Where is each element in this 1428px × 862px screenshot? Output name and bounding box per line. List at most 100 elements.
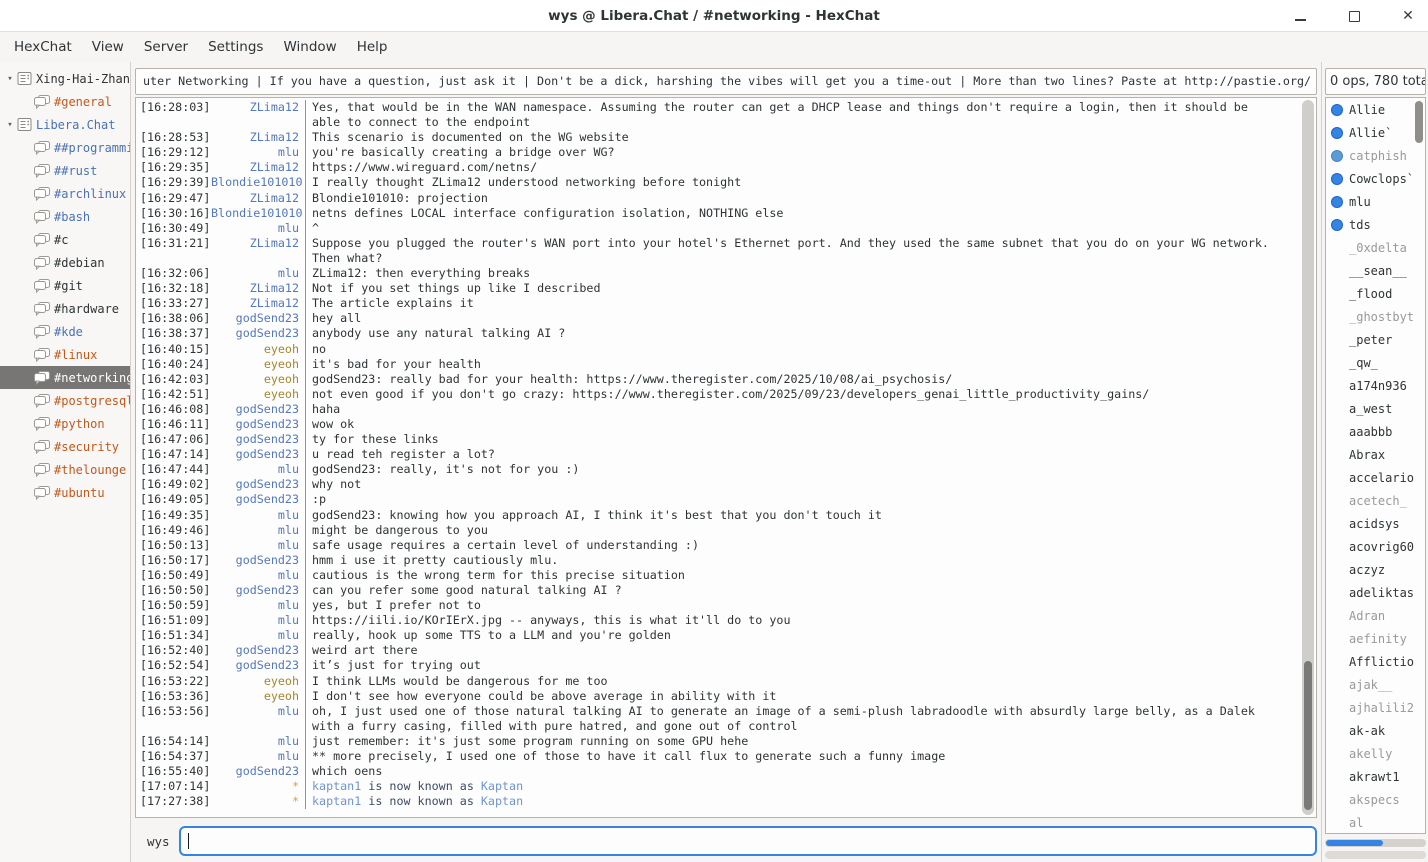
sidebar-item-archlinux[interactable]: #archlinux xyxy=(0,182,130,205)
message-nick[interactable]: mlu xyxy=(211,462,306,477)
user-list-item[interactable]: Cowclops` xyxy=(1326,167,1425,190)
message-nick[interactable]: godSend23 xyxy=(211,447,306,462)
sidebar-item-kde[interactable]: #kde xyxy=(0,320,130,343)
message-nick[interactable]: Blondie101010 xyxy=(211,175,306,190)
userlist-scrollbar[interactable] xyxy=(1414,100,1424,831)
sidebar-item-networking[interactable]: #networking xyxy=(0,366,130,389)
sidebar-item-python[interactable]: #python xyxy=(0,412,130,435)
message-nick[interactable]: ZLima12 xyxy=(211,191,306,206)
message-nick[interactable]: eyeoh xyxy=(211,342,306,357)
sidebar-item-ubuntu[interactable]: #ubuntu xyxy=(0,481,130,504)
expander-icon[interactable]: ▾ xyxy=(3,120,17,130)
sidebar-item-bash[interactable]: #bash xyxy=(0,205,130,228)
message-nick[interactable]: mlu xyxy=(211,749,306,764)
user-list-item[interactable]: acovrig60 xyxy=(1326,535,1425,558)
sidebar-item-hardware[interactable]: #hardware xyxy=(0,297,130,320)
user-list-item[interactable]: a174n936 xyxy=(1326,374,1425,397)
user-list-item[interactable]: ajhalili2 xyxy=(1326,696,1425,719)
chat-scrollbar[interactable] xyxy=(1302,100,1314,815)
message-nick[interactable]: mlu xyxy=(211,538,306,553)
titlebar[interactable]: wys @ Libera.Chat / #networking - HexCha… xyxy=(0,0,1428,32)
message-nick[interactable]: mlu xyxy=(211,704,306,734)
user-list-item[interactable]: akrawt1 xyxy=(1326,765,1425,788)
message-nick[interactable]: godSend23 xyxy=(211,432,306,447)
user-list-item[interactable]: Afflictio xyxy=(1326,650,1425,673)
sidebar-item-security[interactable]: #security xyxy=(0,435,130,458)
close-button[interactable]: ✕ xyxy=(1398,6,1418,26)
message-nick[interactable]: * xyxy=(211,779,306,794)
message-nick[interactable]: mlu xyxy=(211,508,306,523)
message-nick[interactable]: mlu xyxy=(211,734,306,749)
sidebar-item-thelounge[interactable]: #thelounge xyxy=(0,458,130,481)
message-nick[interactable]: eyeoh xyxy=(211,357,306,372)
minimize-button[interactable] xyxy=(1290,6,1310,26)
message-nick[interactable]: Blondie101010 xyxy=(211,206,306,221)
sidebar-item-c[interactable]: #c xyxy=(0,228,130,251)
sidebar-item-postgresql[interactable]: #postgresql xyxy=(0,389,130,412)
user-list-item[interactable]: ajak__ xyxy=(1326,673,1425,696)
sidebar-item-debian[interactable]: #debian xyxy=(0,251,130,274)
user-list-item[interactable]: aefinity xyxy=(1326,627,1425,650)
sidebar-item-general[interactable]: #general xyxy=(0,90,130,113)
maximize-button[interactable] xyxy=(1344,6,1364,26)
message-nick[interactable]: godSend23 xyxy=(211,492,306,507)
message-nick[interactable]: ZLima12 xyxy=(211,130,306,145)
message-nick[interactable]: godSend23 xyxy=(211,553,306,568)
message-nick[interactable]: mlu xyxy=(211,523,306,538)
menu-help[interactable]: Help xyxy=(347,35,398,59)
chat-scrollbar-thumb[interactable] xyxy=(1304,661,1312,810)
user-list-item[interactable]: _0xdelta xyxy=(1326,236,1425,259)
message-nick[interactable]: eyeoh xyxy=(211,387,306,402)
user-list-item[interactable]: Allie xyxy=(1326,98,1425,121)
message-input[interactable] xyxy=(179,826,1317,856)
user-list-item[interactable]: akspecs xyxy=(1326,788,1425,811)
chat-area[interactable]: [16:28:03]ZLima12Yes, that would be in t… xyxy=(135,97,1317,818)
menu-settings[interactable]: Settings xyxy=(198,35,273,59)
user-list-item[interactable]: aaabbb xyxy=(1326,420,1425,443)
user-list-item[interactable]: mlu xyxy=(1326,190,1425,213)
message-nick[interactable]: eyeoh xyxy=(211,372,306,387)
sidebar-item-rust[interactable]: ##rust xyxy=(0,159,130,182)
message-nick[interactable]: * xyxy=(211,794,306,809)
bottom-scrollbar-track[interactable] xyxy=(1325,851,1426,859)
user-list-item[interactable]: accelario xyxy=(1326,466,1425,489)
user-list-item[interactable]: acidsys xyxy=(1326,512,1425,535)
message-nick[interactable]: godSend23 xyxy=(211,326,306,341)
message-nick[interactable]: ZLima12 xyxy=(211,100,306,130)
sidebar-item-git[interactable]: #git xyxy=(0,274,130,297)
message-nick[interactable]: godSend23 xyxy=(211,764,306,779)
user-list-item[interactable]: ak-ak xyxy=(1326,719,1425,742)
message-nick[interactable]: mlu xyxy=(211,145,306,160)
expander-icon[interactable]: ▾ xyxy=(3,74,17,84)
user-list-item[interactable]: _flood xyxy=(1326,282,1425,305)
menu-view[interactable]: View xyxy=(82,35,134,59)
user-list-item[interactable]: a_west xyxy=(1326,397,1425,420)
user-list-item[interactable]: aczyz xyxy=(1326,558,1425,581)
message-nick[interactable]: mlu xyxy=(211,628,306,643)
menu-window[interactable]: Window xyxy=(273,35,346,59)
userlist-scrollbar-thumb[interactable] xyxy=(1415,101,1423,143)
user-list-item[interactable]: __sean__ xyxy=(1326,259,1425,282)
message-nick[interactable]: mlu xyxy=(211,568,306,583)
sidebar-item-linux[interactable]: #linux xyxy=(0,343,130,366)
user-list-item[interactable]: al xyxy=(1326,811,1425,834)
menu-hexchat[interactable]: HexChat xyxy=(4,35,82,59)
menu-server[interactable]: Server xyxy=(134,35,198,59)
userlist-hscrollbar[interactable] xyxy=(1325,839,1426,847)
message-nick[interactable]: godSend23 xyxy=(211,583,306,598)
message-nick[interactable]: godSend23 xyxy=(211,402,306,417)
message-nick[interactable]: godSend23 xyxy=(211,477,306,492)
user-list-item[interactable]: Allie` xyxy=(1326,121,1425,144)
message-nick[interactable]: ZLima12 xyxy=(211,236,306,266)
message-nick[interactable]: godSend23 xyxy=(211,658,306,673)
message-nick[interactable]: mlu xyxy=(211,598,306,613)
user-list-item[interactable]: _peter xyxy=(1326,328,1425,351)
user-list-item[interactable]: akelly xyxy=(1326,742,1425,765)
message-nick[interactable]: ZLima12 xyxy=(211,281,306,296)
userlist-hscrollbar-thumb[interactable] xyxy=(1326,840,1383,846)
sidebar-item-libera-chat[interactable]: ▾Libera.Chat xyxy=(0,113,130,136)
message-nick[interactable]: godSend23 xyxy=(211,643,306,658)
message-nick[interactable]: eyeoh xyxy=(211,674,306,689)
user-list-item[interactable]: catphish xyxy=(1326,144,1425,167)
user-list-item[interactable]: acetech_ xyxy=(1326,489,1425,512)
